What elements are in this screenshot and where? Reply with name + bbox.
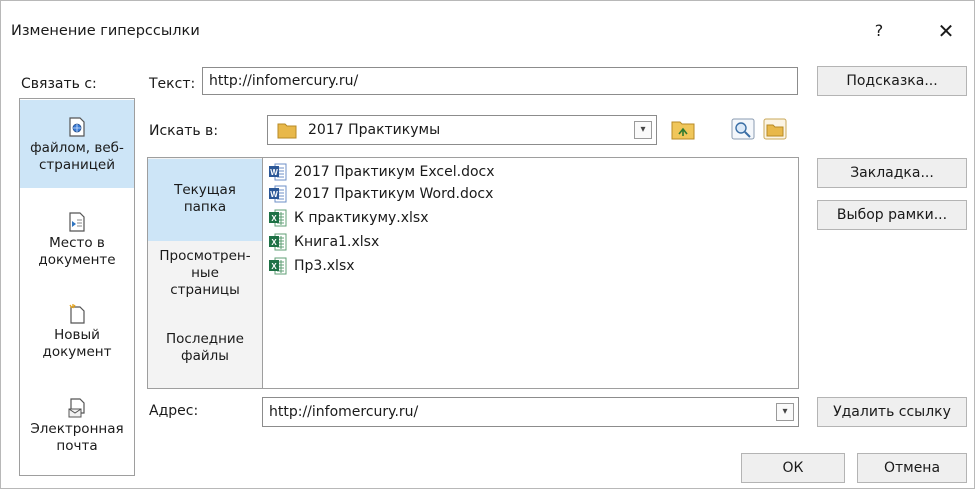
word-document-icon: W [269,163,287,181]
text-to-display-input[interactable]: http://infomercury.ru/ [202,67,798,95]
svg-text:W: W [270,190,278,199]
address-value: http://infomercury.ru/ [269,404,419,420]
link-to-place-in-document[interactable]: Место в документе [20,194,134,274]
place-label-line: ные [191,265,219,281]
file-name: Книга1.xlsx [294,234,380,250]
email-icon [68,398,85,418]
place-browsed-pages[interactable]: Просмотрен- ные страницы [148,246,262,312]
word-document-icon: W [269,185,287,203]
excel-workbook-icon: X [269,233,287,251]
screentip-button[interactable]: Подсказка... [817,66,967,96]
new-document-icon [69,304,85,324]
browse-file-icon[interactable] [763,118,787,140]
place-label-line: страницы [170,282,240,298]
link-to-item-line2: документе [38,252,116,268]
place-label-line: Последние [165,331,244,347]
remove-link-button[interactable]: Удалить ссылку [817,397,967,427]
file-name: К практикуму.xlsx [294,210,429,226]
place-label-line: Просмотрен- [159,248,251,264]
help-button[interactable]: ? [861,15,897,47]
address-label: Адрес: [149,403,199,419]
link-to-new-document[interactable]: Новый документ [20,294,134,374]
link-to-item-line2: страницей [39,157,115,173]
place-in-document-icon [69,212,85,232]
chevron-down-icon[interactable]: ▾ [776,403,794,421]
place-label-line: папка [183,199,227,215]
dialog-title: Изменение гиперссылки [11,23,200,39]
web-page-icon [69,117,85,137]
bookmark-button[interactable]: Закладка... [817,158,967,188]
text-to-display-label: Текст: [149,76,196,92]
link-to-bar: файлом, веб- страницей Место в документе… [19,98,135,476]
look-in-value: 2017 Практикумы [308,122,441,138]
svg-text:W: W [270,168,278,177]
folder-icon [277,123,297,139]
link-to-item-line2: документ [42,344,112,360]
file-name: 2017 Практикум Excel.docx [294,164,495,180]
close-button[interactable]: ✕ [926,15,966,47]
cancel-button[interactable]: Отмена [857,453,967,483]
link-to-label: Связать с: [21,76,97,92]
link-to-item-line1: Новый [54,327,100,343]
excel-workbook-icon: X [269,209,287,227]
svg-text:X: X [271,262,277,271]
file-list[interactable]: W 2017 Практикум Excel.docx W 2017 Практ… [262,157,799,389]
chevron-down-icon[interactable]: ▾ [634,121,652,139]
place-label-line: Текущая [174,182,236,198]
link-to-email[interactable]: Электронная почта [20,389,134,469]
link-to-web-page[interactable]: файлом, веб- страницей [20,100,134,188]
up-folder-icon[interactable] [671,118,695,140]
look-in-label: Искать в: [149,123,219,139]
link-to-item-line2: почта [56,438,98,454]
target-frame-button[interactable]: Выбор рамки... [817,200,967,230]
address-input[interactable]: http://infomercury.ru/ ▾ [262,397,799,427]
link-to-item-line1: файлом, веб- [30,140,124,156]
svg-text:X: X [271,238,277,247]
place-recent-files[interactable]: Последние файлы [148,328,262,382]
browse-web-icon[interactable] [731,118,755,140]
places-bar: Текущая папка Просмотрен- ные страницы П… [147,157,263,389]
link-to-item-line1: Электронная [30,421,124,437]
svg-text:X: X [271,214,277,223]
file-name: 2017 Практикум Word.docx [294,186,494,202]
file-name: Пр3.xlsx [294,258,355,274]
excel-workbook-icon: X [269,257,287,275]
ok-button[interactable]: ОК [741,453,845,483]
edit-hyperlink-dialog: Изменение гиперссылки ? ✕ Связать с: фай… [0,0,975,489]
place-label-line: файлы [181,348,229,364]
place-current-folder[interactable]: Текущая папка [148,159,262,241]
link-to-item-line1: Место в [49,235,105,251]
look-in-select[interactable]: 2017 Практикумы ▾ [267,115,657,145]
